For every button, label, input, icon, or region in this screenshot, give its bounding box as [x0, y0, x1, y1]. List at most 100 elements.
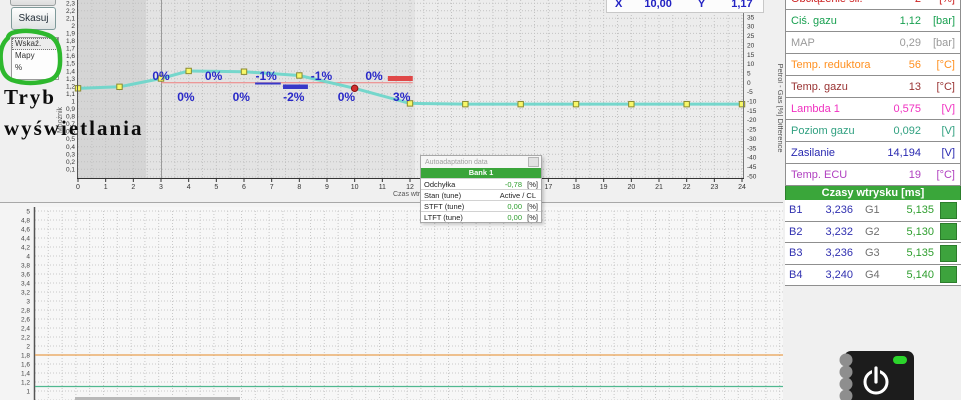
tooltip-row: LTFT (tune) 0,00 [%] [421, 211, 541, 222]
svg-text:4: 4 [187, 184, 191, 191]
svg-text:15: 15 [747, 52, 755, 59]
adaptation-cell-label[interactable]: 0% [365, 69, 383, 83]
green-annotation-circle [0, 24, 68, 88]
adaptation-cell-label[interactable]: 0% [152, 69, 170, 83]
svg-text:1: 1 [104, 184, 108, 191]
injector-row: B3 3,236 G3 5,135 [785, 243, 961, 265]
svg-text:5: 5 [214, 184, 218, 191]
map-point-marker[interactable] [573, 101, 578, 106]
svg-text:0: 0 [747, 80, 751, 87]
telemetry-row: Ciś. gazu 1,12 [bar] [786, 10, 960, 32]
petrol-injector-label: B2 [789, 226, 811, 238]
telemetry-value: 0,575 [893, 103, 921, 115]
telemetry-value: 56 [909, 59, 921, 71]
map-point-marker[interactable] [684, 101, 689, 106]
svg-text:0,2: 0,2 [66, 159, 75, 166]
map-point-marker[interactable] [186, 68, 191, 73]
svg-text:24: 24 [738, 184, 746, 191]
svg-text:-30: -30 [747, 136, 757, 143]
petrol-injection-time: 3,232 [811, 226, 853, 238]
svg-text:20: 20 [747, 42, 755, 49]
tooltip-row: STFT (tune) 0,00 [%] [421, 200, 541, 211]
gas-injection-time: 5,135 [887, 247, 934, 259]
svg-text:2,3: 2,3 [66, 0, 75, 7]
selected-cell-bar[interactable] [388, 76, 413, 81]
telemetry-label: Temp. gazu [791, 81, 909, 93]
device-led-dot [840, 378, 853, 391]
map-point-marker[interactable] [297, 73, 302, 78]
svg-text:9: 9 [325, 184, 329, 191]
tooltip-title: Autoadaptation data [425, 159, 488, 166]
tooltip-titlebar[interactable]: Autoadaptation data [421, 156, 541, 168]
gas-injection-time: 5,135 [887, 204, 934, 216]
svg-text:4,6: 4,6 [21, 226, 30, 233]
injection-times-chart[interactable]: 54,84,64,44,243,83,63,43,232,82,62,42,22… [0, 203, 783, 400]
adaptation-cell-label[interactable]: 0% [177, 90, 195, 104]
svg-text:0: 0 [76, 184, 80, 191]
adaptation-cell-label[interactable]: 0% [338, 90, 356, 104]
svg-text:-20: -20 [747, 117, 757, 124]
telemetry-unit: [V] [921, 147, 955, 159]
telemetry-unit: [°C] [921, 81, 955, 93]
autoadaptation-tooltip: Autoadaptation data Bank 1 Odchyłka -0,7… [420, 155, 542, 223]
tooltip-row-unit: [%] [522, 213, 538, 222]
svg-text:3,8: 3,8 [21, 262, 30, 269]
svg-text:22: 22 [683, 184, 691, 191]
close-icon[interactable] [528, 157, 539, 167]
petrol-injection-time: 3,240 [811, 269, 853, 281]
map-point-marker[interactable] [518, 101, 523, 106]
telemetry-unit: [bar] [921, 37, 955, 49]
partial-top-button[interactable] [10, 0, 56, 6]
tooltip-row-label: Stan (tune) [424, 191, 500, 200]
svg-text:35: 35 [747, 14, 755, 21]
telemetry-unit: [V] [921, 125, 955, 137]
readout-y-label: Y [698, 0, 705, 10]
svg-text:6: 6 [242, 184, 246, 191]
telemetry-value: 1,12 [900, 15, 921, 27]
svg-text:23: 23 [710, 184, 718, 191]
gas-injection-time: 5,130 [887, 226, 934, 238]
svg-text:3: 3 [26, 298, 30, 305]
telemetry-label: Lambda 1 [791, 103, 893, 115]
petrol-injection-time: 3,236 [811, 247, 853, 259]
adaptation-cell-label[interactable]: -1% [255, 69, 277, 83]
adaptation-cell-label[interactable]: 0% [205, 69, 223, 83]
tooltip-row-value: Active / CL [500, 191, 536, 200]
svg-text:-25: -25 [747, 127, 757, 134]
telemetry-row: Zasilanie 14,194 [V] [786, 142, 960, 164]
svg-text:2,6: 2,6 [21, 316, 30, 323]
cell-underline-bar [283, 85, 308, 90]
svg-text:5: 5 [26, 208, 30, 215]
device-led-dot [840, 354, 853, 367]
adaptation-cell-label[interactable]: -2% [283, 90, 305, 104]
adaptation-cell-label[interactable]: 3% [393, 90, 411, 104]
injector-row: B2 3,232 G2 5,130 [785, 222, 961, 244]
readout-x-label: X [615, 0, 622, 10]
svg-text:2,1: 2,1 [66, 15, 75, 22]
map-point-marker[interactable] [629, 101, 634, 106]
map-point-marker[interactable] [463, 101, 468, 106]
svg-text:4,2: 4,2 [21, 244, 30, 251]
adaptation-cell-label[interactable]: 0% [233, 90, 251, 104]
telemetry-label: Poziom gazu [791, 125, 893, 137]
svg-text:8: 8 [297, 184, 301, 191]
injector-status-square [940, 223, 957, 240]
svg-text:11: 11 [379, 184, 386, 191]
tooltip-row-label: LTFT (tune) [424, 213, 507, 222]
adaptation-cell-label[interactable]: -1% [311, 69, 333, 83]
svg-text:3,4: 3,4 [21, 280, 30, 287]
svg-text:-50: -50 [747, 173, 757, 180]
gas-injection-time: 5,140 [887, 269, 934, 281]
svg-text:0,3: 0,3 [66, 151, 75, 158]
svg-text:-35: -35 [747, 145, 757, 152]
injector-status-square [940, 245, 957, 262]
telemetry-row: Lambda 1 0,575 [V] [786, 98, 960, 120]
svg-text:3,6: 3,6 [21, 271, 30, 278]
svg-text:19: 19 [600, 184, 608, 191]
svg-text:-5: -5 [747, 89, 753, 96]
telemetry-value: 13 [909, 81, 921, 93]
svg-text:1,4: 1,4 [21, 370, 30, 377]
svg-text:2: 2 [71, 23, 75, 30]
tooltip-row-value: -0,78 [505, 180, 522, 189]
map-point-marker[interactable] [241, 69, 246, 74]
